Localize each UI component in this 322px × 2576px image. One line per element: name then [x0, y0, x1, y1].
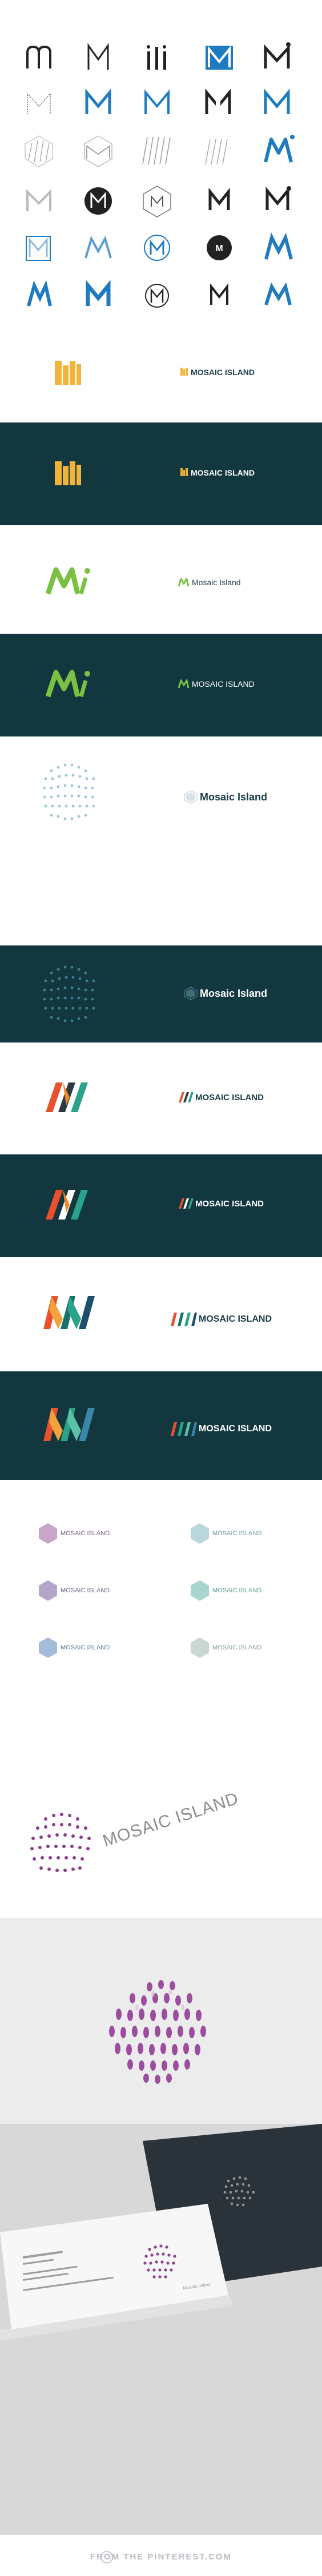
green-wordmark-dark: MOSAIC ISLAND — [192, 679, 255, 689]
green-mi-small-icon-dark — [178, 679, 190, 689]
multicolor-m-small-icon-dark — [171, 1422, 197, 1436]
grid-logo-r3c3 — [142, 136, 171, 165]
concept-gold-dark: MOSAIC ISLAND — [0, 422, 322, 525]
multicolor-wordmark: MOSAIC ISLAND — [199, 1314, 272, 1324]
multicolor-wordmark-dark: MOSAIC ISLAND — [199, 1424, 272, 1434]
grid-logo-r2c5 — [264, 88, 290, 114]
footer-text: FROM THE PINTEREST.COM — [90, 2552, 232, 2562]
business-card-mockup: Mosaic Island — [0, 2124, 322, 2535]
concept-triangle-dark: MOSAIC ISLAND — [0, 1154, 322, 1257]
grid-logo-r5c1 — [26, 236, 51, 261]
multicolor-m-logo-dark — [43, 1408, 95, 1441]
grid-logo-r3c1 — [25, 135, 53, 167]
grid-logo-r4c3 — [143, 186, 171, 218]
grid-logo-r2c3 — [144, 89, 170, 114]
triangle-m-small-icon — [179, 1092, 194, 1102]
gold-mi-small-icon-dark — [180, 468, 188, 476]
grid-logo-r1c5 — [264, 42, 291, 69]
hero-logo-purple: MOSAIC ISLAND — [0, 1713, 322, 1918]
hero-purple-dot-hex — [30, 1813, 91, 1872]
logo-exploration-grid: M — [0, 0, 322, 320]
concept-dots-light: Mosaic Island — [0, 736, 322, 945]
dotted-hex-small-icon-dark — [184, 987, 198, 1000]
dots-wordmark: Mosaic Island — [200, 791, 268, 803]
hex-grey-wordmark: MOSAIC ISLAND — [212, 1644, 262, 1651]
multicolor-m-small-icon — [171, 1313, 197, 1326]
concept-green-light: Mosaic Island — [0, 531, 322, 634]
exploration-grid-svg: M — [25, 42, 295, 308]
concept-gold-light: MOSAIC ISLAND — [0, 320, 322, 422]
triangle-m-logo-dark — [46, 1190, 88, 1219]
grid-logo-r2c4 — [205, 88, 231, 115]
grid-logo-r5c2 — [84, 235, 112, 259]
concept-green-dark: MOSAIC ISLAND — [0, 634, 322, 736]
grid-logo-r4c4 — [208, 187, 230, 210]
grid-logo-r2c2 — [85, 88, 111, 114]
hex-blue-wordmark: MOSAIC ISLAND — [61, 1644, 110, 1651]
gold-wordmark-dark: MOSAIC ISLAND — [191, 468, 255, 477]
perspective-dots — [0, 1918, 322, 2124]
hex-purple-wordmark: MOSAIC ISLAND — [61, 1530, 110, 1537]
concept-dots-dark: Mosaic Island — [0, 945, 322, 1043]
concept-multicolor-dark: MOSAIC ISLAND — [0, 1371, 322, 1480]
grid-logo-r5c4: M — [207, 235, 232, 260]
concept-multicolor-light: MOSAIC ISLAND — [0, 1257, 322, 1371]
perspective-dots-svg — [109, 1980, 206, 2084]
gold-mi-logo — [55, 361, 81, 385]
triangle-m-small-icon-dark — [179, 1198, 194, 1209]
green-mi-logo — [46, 567, 90, 595]
triangle-wordmark: MOSAIC ISLAND — [195, 1093, 264, 1102]
multicolor-m-logo — [43, 1296, 95, 1329]
grid-logo-r3c2 — [84, 135, 112, 167]
hex-variant-purple — [39, 1523, 57, 1544]
gold-wordmark: MOSAIC ISLAND — [191, 368, 255, 377]
hex-teal-wordmark: MOSAIC ISLAND — [212, 1530, 262, 1537]
business-card-svg — [0, 2124, 322, 2341]
concept-triangle-light: MOSAIC ISLAND — [0, 1046, 322, 1154]
dotted-hex-logo — [43, 763, 95, 820]
grid-logo-r1c4 — [206, 46, 233, 70]
dots-wordmark-dark: Mosaic Island — [200, 988, 268, 999]
grid-logo-r1c2 — [87, 43, 109, 70]
grid-logo-r6c2 — [86, 280, 111, 306]
hex-variant-teal — [191, 1523, 209, 1544]
card-front — [0, 2204, 234, 2341]
gold-mi-logo-dark — [55, 461, 81, 485]
grid-logo-r3c5 — [264, 135, 295, 163]
triangle-wordmark-dark: MOSAIC ISLAND — [195, 1199, 264, 1209]
hex-variant-grey — [191, 1637, 209, 1658]
grid-logo-r5c3 — [144, 235, 170, 261]
gold-mi-small-icon — [180, 368, 188, 376]
grid-logo-r6c4 — [210, 283, 228, 305]
triangle-m-logo — [46, 1082, 88, 1112]
grid-logo-r1c1 — [26, 45, 51, 69]
grid-logo-r4c5 — [265, 186, 291, 210]
dotted-hex-logo-dark — [43, 965, 95, 1023]
hex-variant-blue — [39, 1637, 57, 1658]
hex-variant-lavender — [39, 1580, 57, 1601]
grid-logo-r4c2 — [84, 187, 112, 215]
hex-variant-mint — [191, 1580, 209, 1601]
grid-logo-r4c1 — [26, 189, 51, 211]
grid-logo-r6c3 — [145, 284, 169, 308]
green-mi-logo-dark — [46, 670, 90, 698]
hex-variants-svg — [39, 1523, 209, 1658]
hero-wordmark: MOSAIC ISLAND — [100, 1789, 242, 1851]
svg-text:M: M — [215, 244, 223, 253]
hex-mint-wordmark: MOSAIC ISLAND — [212, 1587, 262, 1594]
grid-logo-r3c4 — [205, 139, 228, 165]
grid-logo-r6c1 — [27, 280, 52, 307]
grid-logo-r1c3 — [147, 45, 166, 70]
page-footer: FROM THE PINTEREST.COM — [0, 2535, 322, 2576]
green-wordmark: Mosaic Island — [192, 578, 241, 587]
dotted-hex-small-icon — [184, 790, 198, 804]
green-mi-small-icon — [178, 578, 190, 587]
grid-logo-r2c1 — [27, 92, 51, 114]
grid-logo-r5c5 — [264, 232, 293, 260]
concept-hex-variants: MOSAIC ISLAND MOSAIC ISLAND MOSAIC ISLAN… — [0, 1480, 322, 1708]
hex-lavender-wordmark: MOSAIC ISLAND — [61, 1587, 110, 1594]
grid-logo-r6c5 — [264, 282, 292, 305]
